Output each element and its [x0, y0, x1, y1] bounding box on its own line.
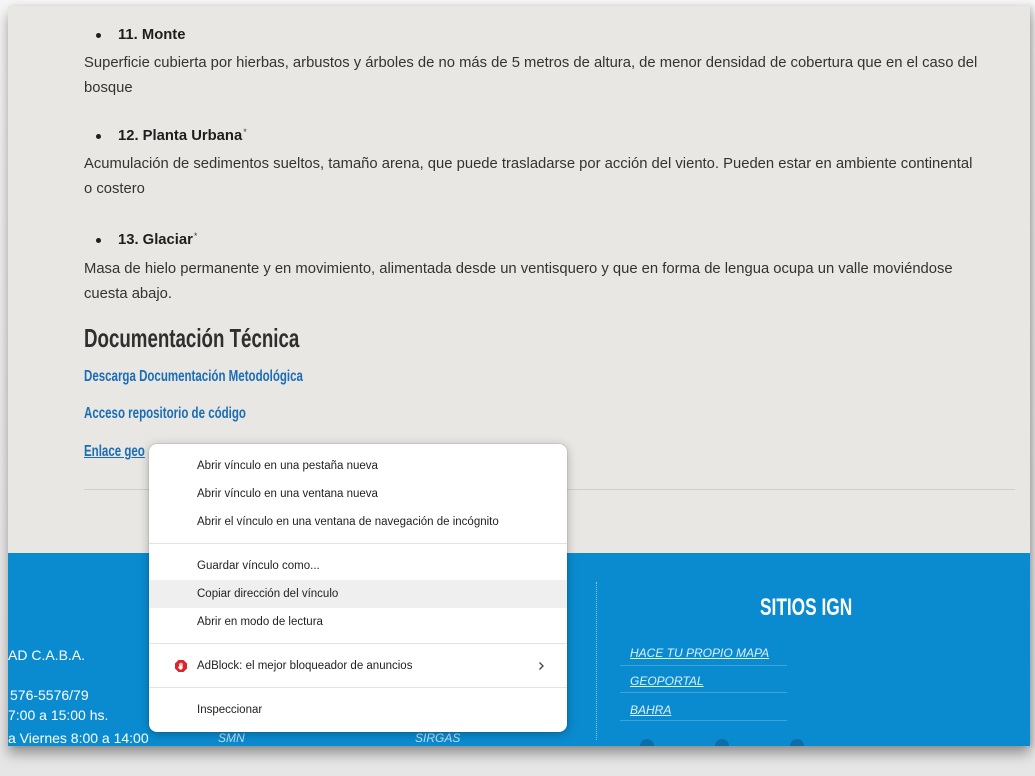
menu-item-label: AdBlock: el mejor bloqueador de anuncios: [197, 660, 413, 672]
social-icon[interactable]: [640, 739, 654, 746]
bullet: [96, 134, 101, 139]
footer-address: AD C.A.B.A.: [8, 647, 86, 663]
footer-hours: 7:00 a 15:00 hs.: [8, 707, 109, 723]
footer-hours: a Viernes 8:00 a 14:00: [8, 730, 149, 746]
item-heading: 13. Glaciar*: [118, 231, 197, 250]
footer-phone: 576-5576/79: [10, 687, 89, 703]
menu-item-label: Abrir el vínculo en una ventana de naveg…: [197, 516, 499, 528]
download-methodology-link[interactable]: Descarga Documentación Metodológica: [84, 367, 303, 387]
item-description-line: bosque: [84, 80, 133, 96]
geo-link[interactable]: Enlace geo: [84, 442, 145, 462]
item-heading: 12. Planta Urbana*: [118, 127, 247, 146]
sitios-link[interactable]: HACE TU PROPIO MAPA: [630, 645, 769, 661]
item-heading-text: 13. Glaciar: [118, 232, 193, 248]
menu-item-label: Inspeccionar: [197, 704, 263, 716]
adblock-icon: [175, 660, 187, 672]
menu-separator: [149, 636, 567, 652]
sitios-separator: [620, 665, 787, 666]
footer-link-sirgas[interactable]: SIRGAS: [415, 730, 460, 746]
item-description-line: Acumulación de sedimentos sueltos, tamañ…: [84, 156, 973, 172]
item-heading-text: 11. Monte: [118, 27, 186, 43]
bullet: [96, 33, 101, 38]
menu-item-copy-link-address[interactable]: Copiar dirección del vínculo: [149, 580, 567, 608]
item-heading: 11. Monte: [118, 26, 185, 44]
social-icon[interactable]: [790, 739, 804, 746]
menu-item-open-incognito[interactable]: Abrir el vínculo en una ventana de naveg…: [149, 508, 567, 536]
social-icon[interactable]: [715, 739, 729, 746]
footer-column-divider: [596, 582, 597, 740]
item-heading-text: 12. Planta Urbana: [118, 128, 243, 144]
sitios-separator: [620, 692, 787, 693]
menu-item-inspect[interactable]: Inspeccionar: [149, 696, 567, 724]
bullet: [96, 238, 101, 243]
footer-link-smn[interactable]: SMN: [218, 730, 245, 746]
menu-item-label: Abrir vínculo en una pestaña nueva: [197, 460, 378, 472]
browser-viewport: 11. Monte Superficie cubierta por hierba…: [8, 6, 1030, 746]
menu-item-label: Guardar vínculo como...: [197, 560, 320, 572]
menu-item-label: Abrir vínculo en una ventana nueva: [197, 488, 378, 500]
menu-item-label: Abrir en modo de lectura: [197, 616, 323, 628]
sitios-link[interactable]: BAHRA: [630, 702, 671, 718]
sitios-ign-heading: SITIOS IGN: [760, 594, 853, 621]
menu-separator: [149, 536, 567, 552]
sitios-link[interactable]: GEOPORTAL: [630, 673, 704, 689]
code-repository-link[interactable]: Acceso repositorio de código: [84, 404, 246, 424]
footnote-mark: *: [193, 231, 198, 241]
chevron-right-icon: [539, 662, 544, 670]
section-heading: Documentación Técnica: [84, 323, 300, 353]
context-menu: Abrir vínculo en una pestaña nueva Abrir…: [149, 444, 567, 732]
menu-item-reading-mode[interactable]: Abrir en modo de lectura: [149, 608, 567, 636]
item-description-line: cuesta abajo.: [84, 286, 173, 302]
sitios-separator: [620, 720, 787, 721]
menu-item-adblock[interactable]: AdBlock: el mejor bloqueador de anuncios: [149, 652, 567, 680]
item-description-line: Masa de hielo permanente y en movimiento…: [84, 261, 953, 277]
item-description-line: Superficie cubierta por hierbas, arbusto…: [84, 55, 978, 71]
menu-item-open-new-tab[interactable]: Abrir vínculo en una pestaña nueva: [149, 452, 567, 480]
menu-item-open-new-window[interactable]: Abrir vínculo en una ventana nueva: [149, 480, 567, 508]
menu-separator: [149, 680, 567, 696]
footnote-mark: *: [243, 127, 247, 137]
item-description-line: o costero: [84, 181, 145, 197]
menu-item-save-link[interactable]: Guardar vínculo como...: [149, 552, 567, 580]
menu-item-label: Copiar dirección del vínculo: [197, 588, 339, 600]
